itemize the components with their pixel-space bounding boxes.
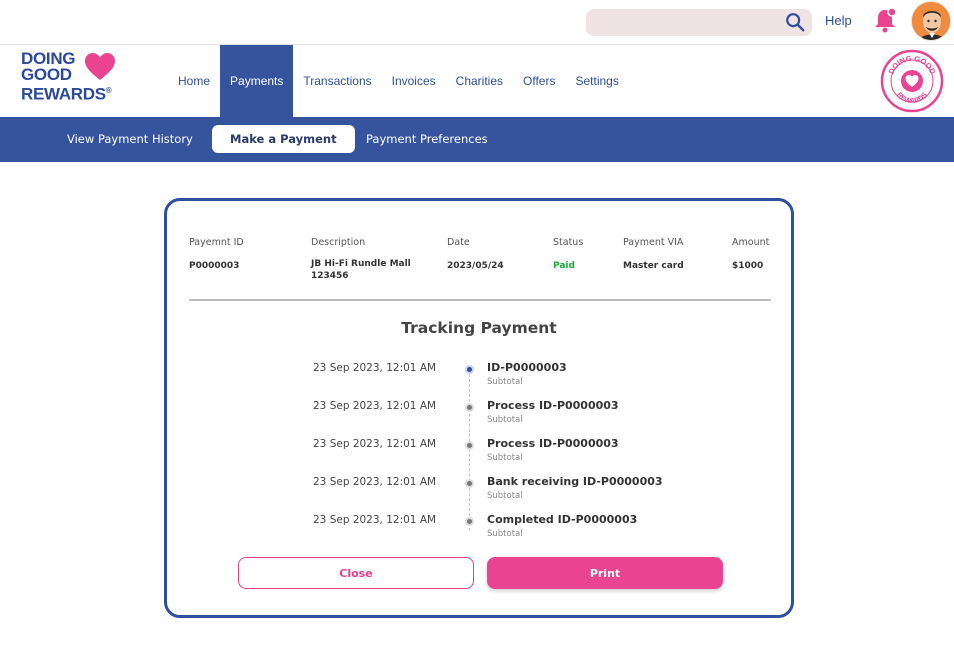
cell-payment-via: Master card <box>623 261 684 271</box>
timeline-subtitle: Subtotal <box>487 453 523 463</box>
timeline-dot-icon <box>465 403 474 412</box>
nav-charities[interactable]: Charities <box>446 45 513 117</box>
avatar-illustration <box>912 2 950 40</box>
brand-logo[interactable]: DOING GOOD REWARDS® <box>21 50 131 107</box>
timeline-date: 23 Sep 2023, 12:01 AM <box>313 514 437 526</box>
cell-description-line1: JB Hi-Fi Rundle Mall <box>311 259 411 269</box>
top-bar: Help <box>0 0 954 45</box>
print-button[interactable]: Print <box>487 557 723 589</box>
timeline-dot-icon <box>465 441 474 450</box>
bell-icon[interactable] <box>872 6 898 34</box>
tab-make-a-payment[interactable]: Make a Payment <box>212 125 355 153</box>
nav-transactions[interactable]: Transactions <box>293 45 381 117</box>
timeline-title: Process ID-P0000003 <box>487 399 619 412</box>
search-input[interactable] <box>586 9 812 36</box>
cell-payment-id: P0000003 <box>189 261 240 271</box>
payments-subnav: View Payment History Make a Payment Paym… <box>0 117 954 162</box>
timeline-dot-icon <box>465 517 474 526</box>
col-header-payment-id: Payemnt ID <box>189 237 244 248</box>
timeline-title: Completed ID-P0000003 <box>487 513 638 526</box>
timeline-title: Process ID-P0000003 <box>487 437 619 450</box>
help-link[interactable]: Help <box>825 13 852 28</box>
nav-home[interactable]: Home <box>168 45 220 117</box>
timeline-title: ID-P0000003 <box>487 361 567 374</box>
main-nav: Home Payments Transactions Invoices Char… <box>168 45 629 117</box>
col-header-payment-via: Payment VIA <box>623 237 684 248</box>
col-header-date: Date <box>447 237 470 248</box>
status-badge: Paid <box>553 261 575 271</box>
timeline-step: 23 Sep 2023, 12:01 AM Completed ID-P0000… <box>167 512 791 550</box>
timeline-dot-icon <box>465 479 474 488</box>
divider <box>189 299 771 301</box>
timeline-date: 23 Sep 2023, 12:01 AM <box>313 400 437 412</box>
brand-badge-logo: DOING GOOD REWARDS <box>880 49 944 113</box>
timeline-date: 23 Sep 2023, 12:01 AM <box>313 476 437 488</box>
tab-payment-preferences[interactable]: Payment Preferences <box>366 125 488 153</box>
timeline-step: 23 Sep 2023, 12:01 AM Bank receiving ID-… <box>167 474 791 512</box>
cell-description: JB Hi-Fi Rundle Mall 123456 <box>311 258 411 282</box>
timeline-date: 23 Sep 2023, 12:01 AM <box>313 438 437 450</box>
timeline-dot-icon <box>465 365 474 374</box>
nav-settings[interactable]: Settings <box>565 45 628 117</box>
main-nav-row: DOING GOOD REWARDS® Home Payments Transa… <box>0 45 954 117</box>
col-header-description: Description <box>311 237 366 248</box>
timeline-step: 23 Sep 2023, 12:01 AM Process ID-P000000… <box>167 436 791 474</box>
avatar[interactable] <box>911 1 951 41</box>
nav-payments[interactable]: Payments <box>220 45 294 117</box>
col-header-status: Status <box>553 237 584 248</box>
cell-description-line2: 123456 <box>311 271 349 281</box>
timeline-step: 23 Sep 2023, 12:01 AM Process ID-P000000… <box>167 398 791 436</box>
timeline-subtitle: Subtotal <box>487 377 523 387</box>
search-icon[interactable] <box>784 11 806 33</box>
payment-tracking-card: Payemnt ID Description Date Status Payme… <box>164 198 794 618</box>
timeline-subtitle: Subtotal <box>487 491 523 501</box>
nav-invoices[interactable]: Invoices <box>382 45 446 117</box>
cell-amount: $1000 <box>732 261 764 271</box>
heart-icon <box>85 53 115 80</box>
timeline-step: 23 Sep 2023, 12:01 AM ID-P0000003 Subtot… <box>167 360 791 398</box>
timeline-subtitle: Subtotal <box>487 415 523 425</box>
col-header-amount: Amount <box>732 237 770 248</box>
close-button[interactable]: Close <box>238 557 474 589</box>
cell-date: 2023/05/24 <box>447 261 504 271</box>
tracking-title: Tracking Payment <box>401 319 557 337</box>
nav-offers[interactable]: Offers <box>513 45 565 117</box>
timeline-subtitle: Subtotal <box>487 529 523 539</box>
tab-view-payment-history[interactable]: View Payment History <box>67 125 193 153</box>
timeline-date: 23 Sep 2023, 12:01 AM <box>313 362 437 374</box>
timeline-title: Bank receiving ID-P0000003 <box>487 475 663 488</box>
